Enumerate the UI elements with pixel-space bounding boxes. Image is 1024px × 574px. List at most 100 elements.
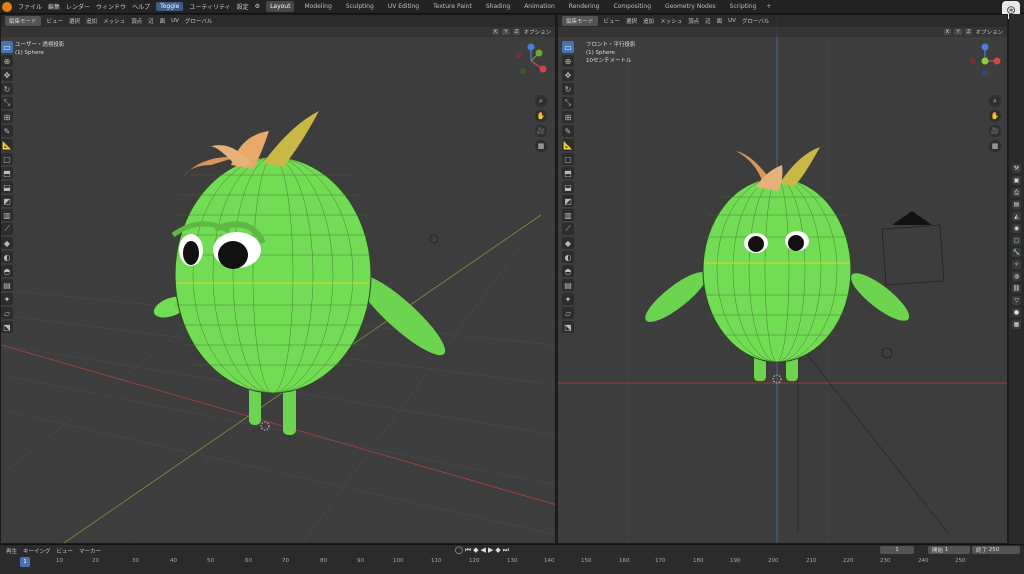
menu-render[interactable]: レンダー [66,2,90,11]
mirror-x-toggle[interactable]: X [491,29,500,35]
measure-tool-icon[interactable]: 📐 [562,139,574,151]
play-icon[interactable]: ▶ [488,546,493,555]
data-props-icon[interactable]: ▽ [1012,296,1021,305]
zoom-icon[interactable]: ⌕ [535,95,547,107]
move-tool-icon[interactable]: ✥ [1,69,13,81]
next-keyframe-icon[interactable]: ◆ [495,546,500,555]
loop-cut-tool-icon[interactable]: ▥ [1,209,13,221]
constraints-props-icon[interactable]: ⛓ [1012,284,1021,293]
mirror-x-toggle[interactable]: X [943,29,952,35]
add-cube-tool-icon[interactable]: ▢ [562,153,574,165]
menu-add[interactable]: 追加 [643,17,654,25]
inset-tool-icon[interactable]: ⬓ [1,181,13,193]
record-icon[interactable]: ◯ [455,546,463,555]
menu-view[interactable]: ビュー [604,17,621,25]
menu-view[interactable]: ビュー [57,547,74,555]
shrink-fatten-tool-icon[interactable]: ✦ [562,293,574,305]
menu-settings[interactable]: 設定 [237,2,249,11]
smooth-tool-icon[interactable]: ◓ [1,265,13,277]
view-layer-props-icon[interactable]: ▤ [1012,200,1021,209]
mirror-y-toggle[interactable]: Y [954,29,962,35]
camera-view-icon[interactable]: 🎥 [989,125,1001,137]
menu-marker[interactable]: マーカー [79,547,101,555]
timeline-ruler[interactable]: 1 10 20 30 40 50 60 70 80 90 100 110 120… [0,558,1024,568]
navigation-gizmo[interactable] [967,43,1003,79]
menu-vertex[interactable]: 頂点 [131,17,142,25]
loop-cut-tool-icon[interactable]: ▥ [562,209,574,221]
move-tool-icon[interactable]: ✥ [562,69,574,81]
menu-select[interactable]: 選択 [69,17,80,25]
menu-utility[interactable]: ユーティリティ [189,2,230,11]
scene-props-icon[interactable]: ◭ [1012,212,1021,221]
play-reverse-icon[interactable]: ◀ [481,546,486,555]
menu-face[interactable]: 面 [717,17,723,25]
mode-select[interactable]: 編集モード [5,16,41,26]
menu-playback[interactable]: 再生 [6,547,17,555]
cursor-tool-icon[interactable]: ⊕ [1,55,13,67]
particles-props-icon[interactable]: ✧ [1012,260,1021,269]
tab-sculpting[interactable]: Sculpting [342,1,378,12]
jump-start-icon[interactable]: ⏮ [465,546,471,555]
rip-tool-icon[interactable]: ⬔ [1,321,13,333]
playhead[interactable]: 1 [20,557,30,567]
tab-texture-paint[interactable]: Texture Paint [429,1,476,12]
tab-shading[interactable]: Shading [482,1,514,12]
menu-edit[interactable]: 編集 [48,2,60,11]
viewport-left[interactable]: 編集モード ビュー 選択 追加 メッシュ 頂点 辺 面 UV グローバル X Y… [0,14,556,544]
add-cube-tool-icon[interactable]: ▢ [1,153,13,165]
options-menu[interactable]: オプション [975,28,1003,36]
menu-window[interactable]: ウィンドウ [96,2,126,11]
start-frame-field[interactable]: 開始 1 [928,546,970,554]
menu-add[interactable]: 追加 [86,17,97,25]
tab-compositing[interactable]: Compositing [609,1,655,12]
menu-help[interactable]: ヘルプ [132,2,150,11]
poly-build-tool-icon[interactable]: ◆ [562,237,574,249]
annotate-tool-icon[interactable]: ✎ [1,125,13,137]
current-frame-field[interactable]: 1 [880,546,914,554]
menu-select[interactable]: 選択 [626,17,637,25]
edge-slide-tool-icon[interactable]: ▤ [1,279,13,291]
tool-props-icon[interactable]: ⚒ [1012,164,1021,173]
shrink-fatten-tool-icon[interactable]: ✦ [1,293,13,305]
bevel-tool-icon[interactable]: ◩ [562,195,574,207]
transform-orientation-select[interactable]: グローバル [185,17,212,25]
transform-tool-icon[interactable]: ⊞ [1,111,13,123]
menu-edge[interactable]: 辺 [705,17,711,25]
scale-tool-icon[interactable]: ⤡ [562,97,574,109]
menu-edge[interactable]: 辺 [148,17,154,25]
shear-tool-icon[interactable]: ▱ [1,307,13,319]
tab-geometry-nodes[interactable]: Geometry Nodes [661,1,720,12]
shear-tool-icon[interactable]: ▱ [562,307,574,319]
tab-scripting[interactable]: Scripting [726,1,761,12]
mirror-z-toggle[interactable]: Z [512,29,521,35]
knife-tool-icon[interactable]: ⟋ [562,223,574,235]
mirror-z-toggle[interactable]: Z [964,29,973,35]
smooth-tool-icon[interactable]: ◓ [562,265,574,277]
menu-mesh[interactable]: メッシュ [103,17,125,25]
render-props-icon[interactable]: ▣ [1012,176,1021,185]
material-props-icon[interactable]: ● [1012,308,1021,317]
rip-tool-icon[interactable]: ⬔ [562,321,574,333]
scale-tool-icon[interactable]: ⤡ [1,97,13,109]
select-box-tool-icon[interactable]: ▭ [562,41,574,53]
menu-mesh[interactable]: メッシュ [660,17,682,25]
perspective-toggle-icon[interactable]: ▦ [989,140,1001,152]
tab-modeling[interactable]: Modeling [300,1,335,12]
inset-tool-icon[interactable]: ⬓ [562,181,574,193]
transform-tool-icon[interactable]: ⊞ [562,111,574,123]
mirror-y-toggle[interactable]: Y [502,29,510,35]
poly-build-tool-icon[interactable]: ◆ [1,237,13,249]
output-props-icon[interactable]: ⎙ [1012,188,1021,197]
cursor-tool-icon[interactable]: ⊕ [562,55,574,67]
extrude-tool-icon[interactable]: ⬒ [1,167,13,179]
object-props-icon[interactable]: ▢ [1012,236,1021,245]
spin-tool-icon[interactable]: ◐ [562,251,574,263]
tab-layout[interactable]: Layout [266,1,295,12]
blender-logo-icon[interactable] [2,1,12,12]
select-box-tool-icon[interactable]: ▭ [1,41,13,53]
modifier-props-icon[interactable]: 🔧 [1012,248,1021,257]
jump-end-icon[interactable]: ⏭ [503,546,509,555]
measure-tool-icon[interactable]: 📐 [1,139,13,151]
pan-hand-icon[interactable]: ✋ [535,110,547,122]
world-props-icon[interactable]: ◉ [1012,224,1021,233]
